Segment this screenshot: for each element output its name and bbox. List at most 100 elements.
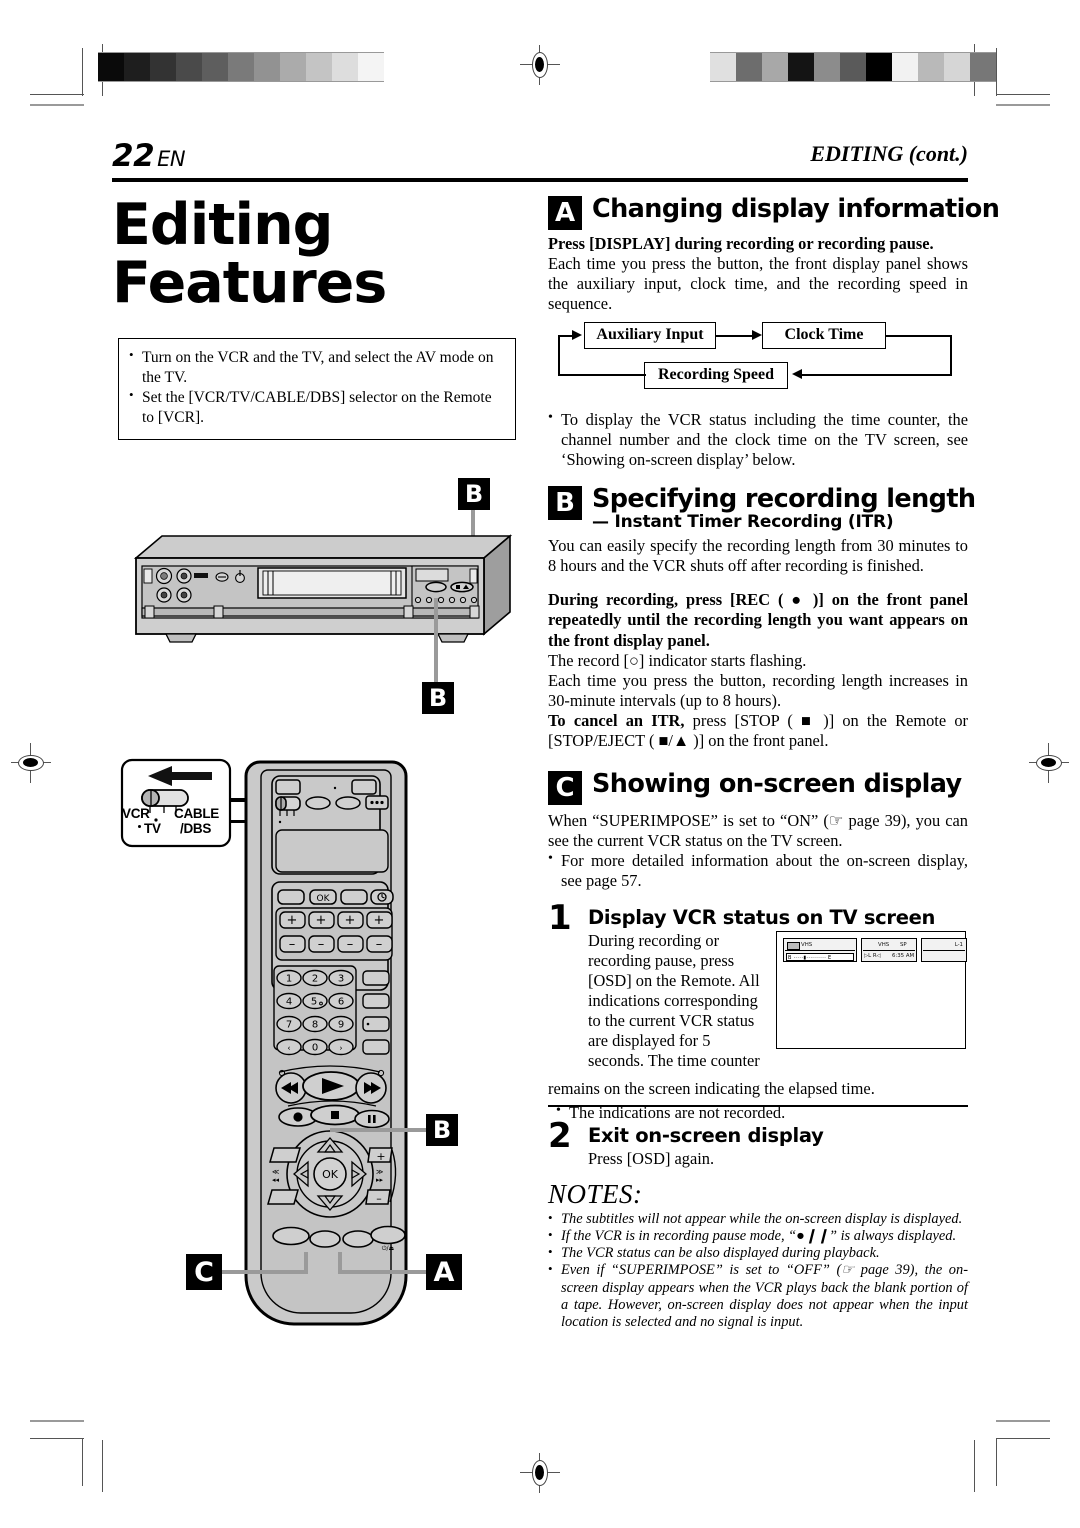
- right-column: A Changing display information Press [DI…: [548, 196, 1000, 1332]
- registration-target-right: [1029, 743, 1069, 783]
- section-b-badge: B: [548, 486, 582, 521]
- section-c: C Showing on-screen display When “SUPERI…: [548, 771, 968, 1169]
- svg-text:›: ›: [339, 1044, 342, 1053]
- flow-arrow-to-clock: [752, 330, 762, 341]
- section-c-body-1: When “SUPERIMPOSE” is set to “ON” (☞ pag…: [548, 811, 968, 851]
- tape-icon: [787, 942, 800, 951]
- vcr-svg: [133, 534, 513, 643]
- crop-mark-top-left: [30, 48, 90, 108]
- section-b-bold-instruction: During recording, press [REC ( ● )] on t…: [548, 589, 968, 650]
- callout-chip-vcr-bottom: B: [422, 682, 454, 714]
- running-head: EDITING (cont.): [810, 141, 968, 166]
- svg-text:4: 4: [286, 997, 292, 1008]
- notes-list: The subtitles will not appear while the …: [548, 1210, 968, 1332]
- page-title-line-2: Features: [112, 250, 387, 317]
- svg-text:‹: ‹: [287, 1044, 290, 1053]
- callout-chip-remote-stop: B: [426, 1114, 458, 1146]
- notes-block: NOTES: The subtitles will not appear whi…: [548, 1179, 968, 1332]
- section-a-lead: Press [DISPLAY] during recording or reco…: [548, 234, 934, 253]
- step-2-title: Exit on-screen display: [588, 1124, 824, 1148]
- prep-bullet: Turn on the VCR and the TV, and select t…: [129, 347, 503, 387]
- step-1-bullet: The indications are not recorded.: [556, 1102, 966, 1123]
- svg-text:+: +: [287, 913, 298, 928]
- registration-target-left: [11, 743, 51, 783]
- notes-title: NOTES:: [548, 1178, 643, 1209]
- section-b-body-3: Each time you press the button, recordin…: [548, 671, 968, 711]
- flow-box-recording-speed: Recording Speed: [644, 362, 788, 390]
- svg-text:≫: ≫: [376, 1168, 383, 1176]
- callout-chip-vcr-top: B: [458, 478, 490, 510]
- osd-bar-end: E: [828, 954, 832, 961]
- crop-mark-bottom-left: [30, 1438, 90, 1498]
- section-c-badge: C: [548, 771, 582, 806]
- svg-text:7: 7: [286, 1020, 292, 1031]
- prep-bullet: Set the [VCR/TV/CABLE/DBS] selector on t…: [129, 387, 503, 427]
- osd-speed-format: VHS: [878, 942, 890, 949]
- section-c-bullet: For more detailed information about the …: [548, 850, 968, 891]
- svg-text:–: –: [318, 937, 325, 952]
- preparation-box: Turn on the VCR and the TV, and select t…: [118, 338, 516, 441]
- section-b-subtitle: — Instant Timer Recording (ITR): [592, 512, 894, 533]
- osd-panel-channel: L-1: [921, 938, 967, 963]
- osd-bar-start: B: [788, 954, 792, 961]
- selector-label-cable: CABLE: [174, 806, 219, 821]
- svg-text:▸▸: ▸▸: [376, 1176, 384, 1184]
- trim-mark-bottom-right: [996, 1420, 1050, 1424]
- step-1: 1 Display VCR status on TV screen During…: [548, 901, 968, 1123]
- selector-label-dbs: /DBS: [180, 821, 212, 836]
- step-2: 2 Exit on-screen display Press [OSD] aga…: [548, 1119, 968, 1168]
- flow-arrow-to-speed: [792, 369, 802, 380]
- callout-leader-remote-left-v: [304, 1252, 308, 1274]
- svg-text:◂◂: ◂◂: [272, 1176, 280, 1184]
- osd-panel-mode: VHS SP ▷L R◁ 6:35 AM: [861, 938, 917, 963]
- callout-chip-remote-right: A: [426, 1254, 462, 1290]
- osd-indicator-row: VHS B ·····▮·········· E VHS SP ▷L R◁ 6:…: [783, 938, 967, 963]
- section-a-bullets: To display the VCR status including the …: [548, 409, 968, 470]
- vcr-front-panel-illustration: [118, 520, 518, 700]
- osd-clock: 6:35 AM: [892, 953, 915, 960]
- step-1-body-full: remains on the screen indicating the ela…: [548, 1079, 875, 1099]
- grayscale-calibration-strip-left: [98, 52, 384, 82]
- registration-target-bottom: [520, 1453, 560, 1493]
- section-a: A Changing display information Press [DI…: [548, 196, 1000, 470]
- section-c-title: Showing on-screen display: [592, 769, 962, 800]
- svg-text:1: 1: [286, 974, 292, 985]
- page-header: 22 EN EDITING (cont.): [112, 138, 968, 174]
- flow-wire-aux-to-clock: [716, 335, 752, 338]
- callout-leader-remote-stop: [330, 1128, 426, 1132]
- note-item: The subtitles will not appear while the …: [548, 1210, 968, 1228]
- svg-text:⏻/⏏: ⏻/⏏: [382, 1245, 395, 1252]
- svg-text:+: +: [376, 1150, 385, 1163]
- registration-target-top: [520, 45, 560, 85]
- step-1-number: 1: [548, 898, 572, 939]
- note-item: The VCR status can be also displayed dur…: [548, 1244, 968, 1262]
- flow-box-clock-time: Clock Time: [762, 322, 886, 350]
- section-b-body-2: The record [○] indicator starts flashing…: [548, 651, 807, 671]
- osd-speed: SP: [900, 942, 907, 949]
- svg-text:–: –: [289, 937, 296, 952]
- svg-text:OK: OK: [317, 894, 331, 904]
- svg-text:5: 5: [311, 997, 317, 1008]
- flow-wire-clock-right: [886, 335, 952, 338]
- grayscale-calibration-strip-right: [710, 52, 996, 82]
- bleed-mark-bottom-left: [102, 1440, 106, 1492]
- trim-mark-top-left: [30, 104, 84, 108]
- section-a-bullet: To display the VCR status including the …: [548, 409, 968, 470]
- svg-text:OK: OK: [322, 1168, 339, 1181]
- section-a-body: Each time you press the button, the fron…: [548, 254, 968, 314]
- svg-text:9: 9: [338, 1020, 344, 1031]
- section-a-heading: A Changing display information: [548, 196, 1000, 230]
- page-number: 22: [112, 138, 155, 174]
- osd-panel-tape: VHS B ·····▮·········· E: [783, 938, 857, 963]
- section-b-cancel: To cancel an ITR, press [STOP ( ■ )] on …: [548, 711, 968, 751]
- flow-wire-speed-left: [558, 374, 646, 377]
- trim-mark-bottom-left: [30, 1420, 84, 1424]
- trim-mark-top-right: [996, 104, 1050, 108]
- remote-selector-labels: VCR CABLE TV /DBS: [122, 806, 252, 840]
- svg-text:3: 3: [338, 974, 344, 985]
- tv-screen-osd-illustration: VHS B ·····▮·········· E VHS SP ▷L R◁ 6:…: [776, 931, 967, 1050]
- section-c-bullets: For more detailed information about the …: [548, 850, 968, 891]
- selector-label-vcr: VCR: [122, 806, 150, 821]
- osd-channel: L-1: [954, 942, 963, 949]
- flow-wire-speed-up: [558, 335, 560, 377]
